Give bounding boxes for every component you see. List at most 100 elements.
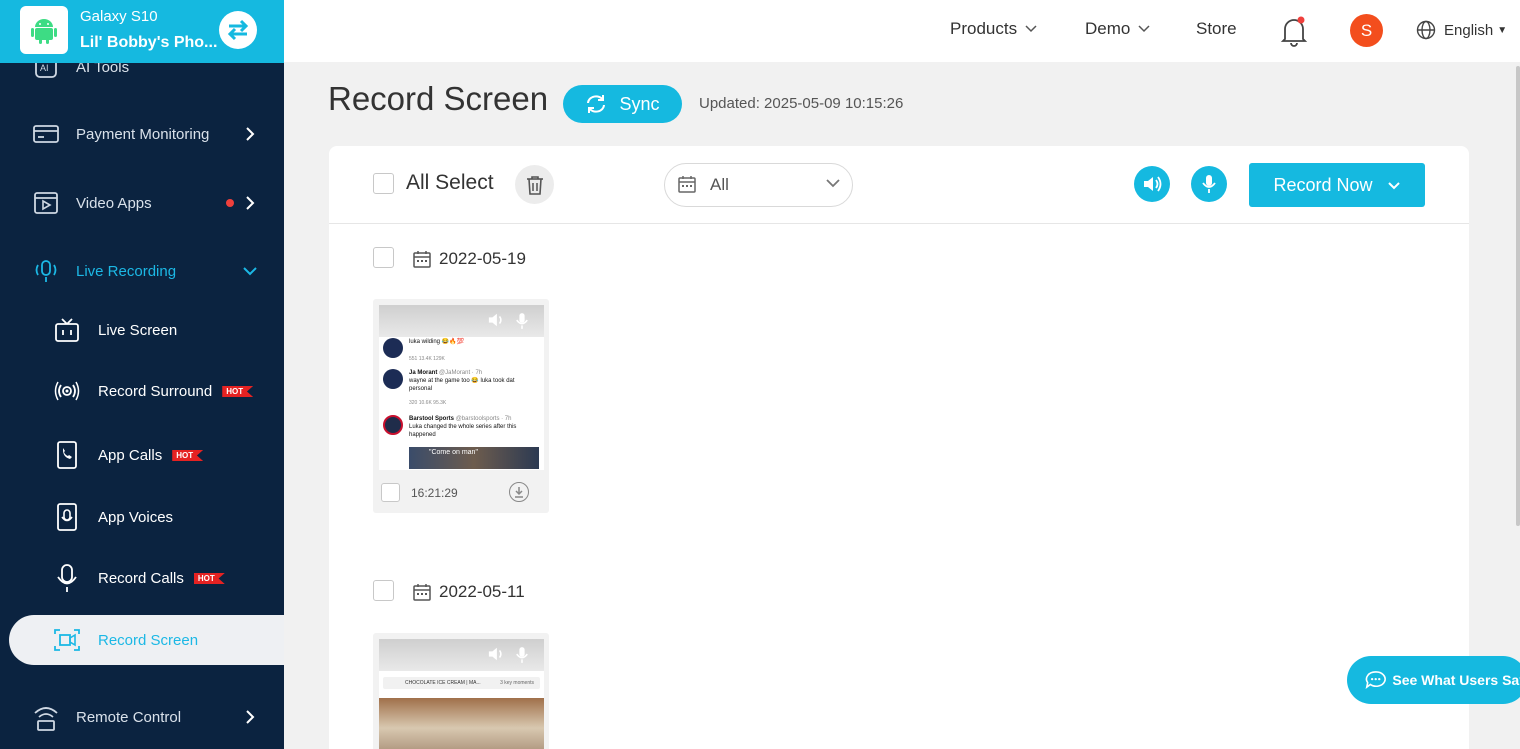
microphone-icon [516,647,528,663]
recording-card[interactable]: luka wilding 😂🔥💯 551 13.4K 129K Ja Moran… [373,299,549,513]
speaker-filter-button[interactable] [1134,166,1170,202]
speaker-icon [488,647,502,661]
device-model: Galaxy S10 [80,8,158,25]
video-title-bar: CHOCOLATE ICE CREAM | MA... 3 key moment… [383,677,540,689]
sidebar: AI AI Tools Payment Monitoring Video App… [0,0,284,749]
sidebar-subitem-record-calls[interactable]: Record Calls HOT [0,553,284,603]
demo-menu[interactable]: Demo [1085,19,1150,39]
sidebar-subitem-record-screen[interactable]: Record Screen [9,615,284,665]
chevron-down-icon [1025,25,1037,33]
sync-icon [587,95,606,113]
demo-label: Demo [1085,19,1131,38]
chevron-right-icon [240,124,260,144]
tweet-text-block: Ja Morant @JaMorant · 7h wayne at the gam… [409,369,539,393]
avatar[interactable]: S [1350,14,1383,47]
video-frame [379,698,544,749]
recording-time: 16:21:29 [411,486,458,500]
tweet: Barstool Sports @barstoolsports · 7h Luka… [383,415,541,470]
tweet-stats: 551 13.4K 129K [409,356,445,362]
sidebar-item-label: Remote Control [76,708,182,726]
chevron-down-icon [1387,181,1400,189]
sidebar-subitem-label-wrap: App Calls HOT [98,447,204,464]
select-all-checkbox[interactable] [373,173,394,194]
speaker-icon [1144,176,1162,192]
sidebar-subitem-app-calls[interactable]: App Calls HOT [0,430,284,480]
thumbnail-icons [487,312,529,330]
record-now-button[interactable]: Record Now [1249,163,1425,207]
sidebar-item-label: Live Recording [76,262,177,280]
group-checkbox[interactable] [373,580,394,601]
see-users-button[interactable]: See What Users Say [1347,656,1520,704]
sidebar-subitem-label: Record Calls [98,569,184,587]
speaker-icon [488,313,502,327]
svg-text:AI: AI [40,63,49,73]
sync-button[interactable]: Sync [563,85,682,123]
scrollbar[interactable] [1516,66,1520,526]
chevron-down-icon [826,179,840,188]
download-icon[interactable] [509,482,529,502]
device-name: Lil' Bobby's Pho... [80,34,218,51]
bell-icon[interactable] [1279,15,1309,47]
sidebar-subitem-label: Record Surround [98,382,213,400]
sidebar-item-remote-control[interactable]: Remote Control [0,692,284,742]
surround-sound-icon [52,376,82,406]
date-filter-select[interactable]: All [664,163,853,207]
tweet: luka wilding 😂🔥💯 551 13.4K 129K [383,338,541,368]
tweet-text: luka wilding 😂🔥💯 [409,339,465,345]
trash-icon[interactable] [515,165,554,204]
recording-card[interactable]: CHOCOLATE ICE CREAM | MA... 3 key moment… [373,633,549,749]
sidebar-item-payment-monitoring[interactable]: Payment Monitoring [0,109,284,159]
calendar-icon [413,584,431,601]
device-card[interactable]: Galaxy S10 Lil' Bobby's Pho... [0,0,284,63]
products-menu[interactable]: Products [950,19,1037,39]
tweet-text: wayne at the game too 😂 luka took dat pe… [409,378,515,392]
group-checkbox[interactable] [373,247,394,268]
language-selector[interactable]: English ▼ [1416,20,1507,40]
sidebar-subitem-app-voices[interactable]: App Voices [0,492,284,542]
sidebar-subitem-live-screen[interactable]: Live Screen [0,305,284,355]
chat-icon [1365,671,1386,690]
tweet-text-block: luka wilding 😂🔥💯 [409,338,539,346]
credit-card-icon [30,118,62,150]
sidebar-subitem-record-surround[interactable]: Record Surround HOT [0,366,284,416]
calendar-icon [678,176,696,193]
calendar-icon [413,251,431,268]
recording-checkbox[interactable] [381,483,400,502]
sidebar-item-label: Video Apps [76,194,152,212]
recording-thumbnail[interactable]: CHOCOLATE ICE CREAM | MA... 3 key moment… [379,639,544,749]
microphone-icon [1202,175,1216,193]
top-bar: Products Demo Store S English ▼ [284,0,1520,62]
notification-dot [226,199,234,207]
date-filter-value: All [710,175,729,194]
video-title: CHOCOLATE ICE CREAM | MA... [405,680,481,686]
select-all-label[interactable]: All Select [406,171,494,195]
store-link[interactable]: Store [1196,19,1237,39]
mic-filter-button[interactable] [1191,166,1227,202]
voice-icon [52,502,82,532]
chevron-down-icon [240,261,260,281]
tweet-avatar [383,415,403,435]
hot-badge: HOT [193,573,225,585]
recording-thumbnail[interactable]: luka wilding 😂🔥💯 551 13.4K 129K Ja Moran… [379,305,544,470]
tweet-handle: @barstoolsports · 7h [455,416,512,422]
group-date-label: 2022-05-19 [439,249,526,268]
group-date: 2022-05-11 [413,582,525,602]
group-date-label: 2022-05-11 [439,582,525,601]
tweet-avatar [383,369,403,389]
tweet-text-block: Barstool Sports @barstoolsports · 7h Luka… [409,415,539,439]
recordings-panel: All Select All Record Now 2022-05-19 luk… [329,146,1469,749]
android-icon [20,6,68,54]
tweet-stats: 320 10.6K 95.3K [409,400,447,406]
sidebar-subitem-label-wrap: Record Surround HOT [98,382,254,400]
hot-badge: HOT [222,386,254,398]
key-moments: 3 key moments [500,680,534,686]
broadcast-mic-icon [30,255,62,287]
products-label: Products [950,19,1018,38]
sidebar-item-video-apps[interactable]: Video Apps [0,178,284,228]
switch-device-icon[interactable] [219,11,257,49]
sidebar-subitem-label-wrap: Record Calls HOT [98,570,225,587]
sidebar-item-live-recording[interactable]: Live Recording [0,246,284,296]
tweet-author: Barstool Sports [409,416,455,422]
video-caption: "Come on man" [429,449,478,456]
tv-icon [52,315,82,345]
